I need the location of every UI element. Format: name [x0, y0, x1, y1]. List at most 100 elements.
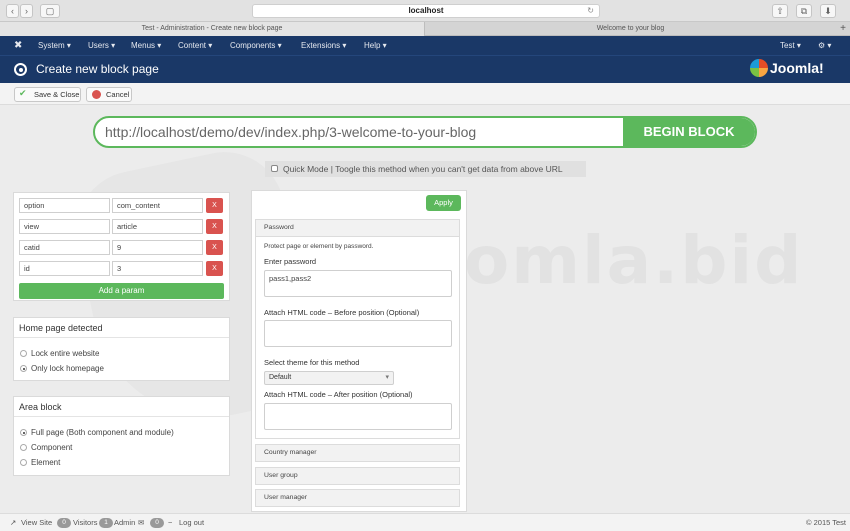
before-html-textarea[interactable]	[264, 320, 452, 347]
gear-icon[interactable]: ⚙ ▾	[818, 36, 831, 55]
menu-label: Menus	[131, 41, 156, 50]
new-tab-button[interactable]: +	[836, 22, 850, 36]
forward-icon[interactable]: ›	[20, 4, 33, 18]
radio-label: Lock entire website	[31, 349, 100, 358]
param-value-input[interactable]: article	[112, 219, 203, 234]
menu-menus[interactable]: Menus ▾	[131, 36, 161, 55]
radio-component[interactable]: Component	[14, 440, 72, 455]
quick-mode-checkbox[interactable]	[271, 165, 278, 172]
menu-label: Users	[88, 41, 109, 50]
accordion-user-group[interactable]: User group	[255, 467, 460, 485]
view-site-link[interactable]: View Site	[21, 514, 52, 531]
apply-button[interactable]: Apply	[426, 195, 461, 211]
visitors-count-badge: 0	[57, 518, 71, 528]
radio-button[interactable]	[20, 444, 27, 451]
menu-content[interactable]: Content ▾	[178, 36, 212, 55]
envelope-icon: ✉	[138, 518, 145, 527]
page-title: Create new block page	[36, 62, 159, 76]
tab-admin[interactable]: Test - Administration - Create new block…	[0, 22, 425, 36]
page-header: Create new block page Joomla!	[0, 55, 850, 83]
param-value-input[interactable]: 9	[112, 240, 203, 255]
home-detected-panel: Home page detected Lock entire website O…	[13, 317, 230, 381]
menu-label: Components	[230, 41, 276, 50]
joomla-logo-text: Joomla!	[770, 60, 824, 76]
radio-label: Only lock homepage	[31, 364, 104, 373]
admin-count-badge: 1	[99, 518, 113, 528]
radio-full-page[interactable]: Full page (Both component and module)	[14, 425, 174, 440]
remove-param-button[interactable]: X	[206, 240, 223, 255]
share-icon[interactable]: ⇧	[772, 4, 788, 18]
menu-users[interactable]: Users ▾	[88, 36, 115, 55]
radio-label: Full page (Both component and module)	[31, 428, 174, 437]
logout-link[interactable]: Log out	[179, 514, 204, 531]
password-input[interactable]: pass1,pass2	[264, 270, 452, 297]
reload-icon[interactable]: ↻	[587, 5, 594, 17]
param-key-input[interactable]: view	[19, 219, 110, 234]
remove-param-button[interactable]: X	[206, 198, 223, 213]
admin-label: Admin	[114, 518, 136, 527]
menu-help[interactable]: Help ▾	[364, 36, 387, 55]
begin-block-button[interactable]: BEGIN BLOCK	[623, 118, 755, 146]
params-panel: option com_content X view article X cati…	[13, 192, 230, 301]
joomla-logo-icon	[750, 59, 768, 77]
menu-label: Extensions	[301, 41, 341, 50]
check-icon: ✔	[19, 88, 27, 98]
back-icon[interactable]: ‹	[6, 4, 19, 18]
external-link-icon: ↗	[10, 518, 17, 527]
radio-button[interactable]	[20, 365, 27, 372]
status-bar: ↗ View Site 0 Visitors 1 Admin ✉ 0 − Log…	[0, 513, 850, 531]
password-label: Enter password	[264, 257, 317, 266]
chevron-down-icon: ▾	[385, 374, 389, 381]
theme-select[interactable]: Default ▾	[264, 371, 394, 385]
url-input-group: http://localhost/demo/dev/index.php/3-we…	[93, 116, 757, 148]
download-icon[interactable]: ⬇	[820, 4, 836, 18]
param-key-input[interactable]: catid	[19, 240, 110, 255]
address-bar[interactable]: localhost ↻	[252, 4, 600, 18]
block-page-icon	[14, 63, 27, 76]
menu-components[interactable]: Components ▾	[230, 36, 282, 55]
remove-param-button[interactable]: X	[206, 261, 223, 276]
copyright: © 2015 Test	[806, 518, 846, 527]
admin-menu-bar: ✖ System ▾ Users ▾ Menus ▾ Content ▾ Com…	[0, 36, 850, 55]
save-close-button[interactable]: ✔ Save & Close	[14, 87, 81, 102]
accordion-password[interactable]: Password	[255, 219, 460, 237]
theme-select-value: Default	[269, 374, 292, 381]
remove-param-button[interactable]: X	[206, 219, 223, 234]
tab-blog[interactable]: Welcome to your blog	[425, 22, 836, 36]
after-html-textarea[interactable]	[264, 403, 452, 430]
accordion-country-manager[interactable]: Country manager	[255, 444, 460, 462]
radio-element[interactable]: Element	[14, 455, 60, 470]
before-html-label: Attach HTML code – Before position (Opti…	[264, 308, 420, 317]
radio-button[interactable]	[20, 459, 27, 466]
theme-label: Select theme for this method	[264, 358, 360, 367]
radio-label: Element	[31, 458, 61, 467]
radio-button[interactable]	[20, 429, 27, 436]
menu-label: Help	[364, 41, 381, 50]
quick-mode-toggle[interactable]: Quick Mode | Toogle this method when you…	[265, 161, 586, 177]
joomla-icon[interactable]: ✖	[14, 36, 22, 55]
param-value-input[interactable]: com_content	[112, 198, 203, 213]
menu-system[interactable]: System ▾	[38, 36, 71, 55]
radio-label: Component	[31, 443, 73, 452]
action-toolbar: ✔ Save & Close Cancel	[0, 83, 850, 105]
radio-button[interactable]	[20, 350, 27, 357]
password-section-body: Protect page or element by password. Ent…	[255, 237, 460, 439]
menu-label: Content	[178, 41, 207, 50]
page-url-input[interactable]: http://localhost/demo/dev/index.php/3-we…	[105, 118, 476, 146]
menu-extensions[interactable]: Extensions ▾	[301, 36, 346, 55]
password-description: Protect page or element by password.	[264, 243, 374, 250]
param-value-input[interactable]: 3	[112, 261, 203, 276]
radio-only-home[interactable]: Only lock homepage	[14, 361, 104, 376]
save-close-label: Save & Close	[34, 90, 80, 99]
quick-mode-label: Quick Mode | Toogle this method when you…	[283, 164, 563, 174]
tab-strip: Test - Administration - Create new block…	[0, 22, 850, 36]
sidebar-icon[interactable]: ▢	[40, 4, 60, 18]
param-key-input[interactable]: option	[19, 198, 110, 213]
tabs-icon[interactable]: ⧉	[796, 4, 812, 18]
add-param-button[interactable]: Add a param	[19, 283, 224, 299]
cancel-button[interactable]: Cancel	[86, 87, 132, 102]
param-key-input[interactable]: id	[19, 261, 110, 276]
user-menu[interactable]: Test ▾	[780, 36, 801, 55]
radio-lock-entire[interactable]: Lock entire website	[14, 346, 99, 361]
accordion-user-manager[interactable]: User manager	[255, 489, 460, 507]
